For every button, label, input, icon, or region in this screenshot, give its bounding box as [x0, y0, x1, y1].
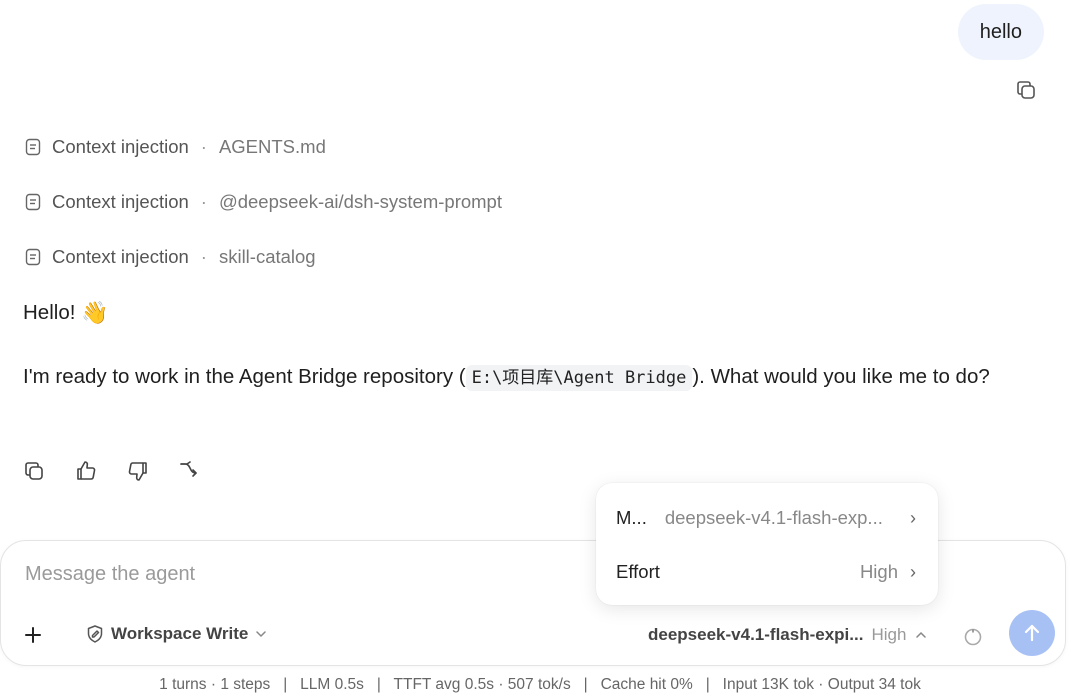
- context-injection-source: skill-catalog: [218, 246, 316, 267]
- message-input[interactable]: [25, 563, 585, 586]
- repository-path-code: E:\项目库\Agent Bridge: [465, 365, 693, 391]
- context-injection-row[interactable]: Context injection · skill-catalog: [24, 245, 316, 269]
- chevron-right-icon: ›: [910, 507, 916, 528]
- stats-cache: Cache hit 0%: [600, 676, 693, 693]
- arrow-up-icon: [1024, 624, 1040, 642]
- popup-effort-label: Effort: [616, 561, 660, 582]
- assistant-message: I'm ready to work in the Agent Bridge re…: [23, 358, 1033, 397]
- context-injection-label: Context injection: [52, 191, 189, 212]
- context-injection-source: AGENTS.md: [218, 136, 326, 157]
- chevron-right-icon: ›: [910, 561, 916, 582]
- popup-effort-value: High: [859, 561, 898, 582]
- separator-dot: ·: [200, 136, 207, 157]
- context-injection-label: Context injection: [52, 246, 189, 267]
- document-icon: [25, 248, 41, 266]
- copy-icon[interactable]: [1014, 78, 1038, 102]
- greeting-text: Hello!: [23, 301, 76, 324]
- user-message-text: hello: [979, 20, 1022, 43]
- context-usage-ring-icon: [964, 628, 982, 646]
- thumbs-down-icon[interactable]: [126, 459, 150, 483]
- assistant-greeting: Hello! 👋: [23, 300, 109, 326]
- message-text-before: I'm ready to work in the Agent Bridge re…: [23, 365, 466, 388]
- stats-ttft: TTFT avg 0.5s · 507 tok/s: [393, 676, 571, 693]
- copy-icon[interactable]: [22, 459, 46, 483]
- send-button[interactable]: [1009, 610, 1055, 656]
- model-selector-label: deepseek-v4.1-flash-expi...: [648, 625, 864, 644]
- message-actions: [22, 459, 202, 483]
- stats-tokens: Input 13K tok · Output 34 tok: [722, 676, 921, 693]
- chat-page: hello Context injection · AGENTS.md Cont…: [0, 0, 1080, 698]
- shield-edit-icon: [87, 625, 103, 643]
- separator-dot: ·: [200, 191, 207, 212]
- context-injection-source: @deepseek-ai/dsh-system-prompt: [218, 191, 502, 212]
- document-icon: [25, 193, 41, 211]
- workspace-mode-label: Workspace Write: [111, 624, 249, 643]
- popup-model-value: deepseek-v4.1-flash-exp...: [664, 507, 883, 528]
- context-injection-label: Context injection: [52, 136, 189, 157]
- chevron-down-icon: [256, 631, 267, 638]
- stats-llm: LLM 0.5s: [300, 676, 364, 693]
- document-icon: [25, 138, 41, 156]
- thumbs-up-icon[interactable]: [74, 459, 98, 483]
- model-settings-popup: M... deepseek-v4.1-flash-exp... › Effort…: [596, 483, 938, 605]
- user-message-bubble: hello: [957, 4, 1044, 60]
- message-text-after: ). What would you like me to do?: [692, 365, 990, 388]
- model-selector-button[interactable]: deepseek-v4.1-flash-expi... High: [648, 625, 928, 645]
- chevron-up-icon: [916, 631, 927, 638]
- context-injection-row[interactable]: Context injection · AGENTS.md: [24, 135, 326, 159]
- popup-model-item[interactable]: M... deepseek-v4.1-flash-exp... ›: [616, 500, 916, 536]
- stats-turns: 1 turns · 1 steps: [159, 676, 271, 693]
- waving-hand-icon: 👋: [81, 300, 109, 325]
- popup-effort-item[interactable]: Effort High ›: [616, 554, 916, 590]
- workspace-mode-button[interactable]: Workspace Write: [85, 624, 268, 644]
- add-attachment-button[interactable]: [15, 617, 51, 653]
- plus-icon: [25, 627, 41, 643]
- effort-selector-label: High: [871, 625, 907, 644]
- popup-model-label: M...: [616, 507, 647, 528]
- session-stats-bar: 1 turns · 1 steps | LLM 0.5s | TTFT avg …: [159, 676, 921, 693]
- branch-icon[interactable]: [178, 459, 202, 483]
- context-injection-row[interactable]: Context injection · @deepseek-ai/dsh-sys…: [24, 190, 502, 214]
- separator-dot: ·: [200, 246, 207, 267]
